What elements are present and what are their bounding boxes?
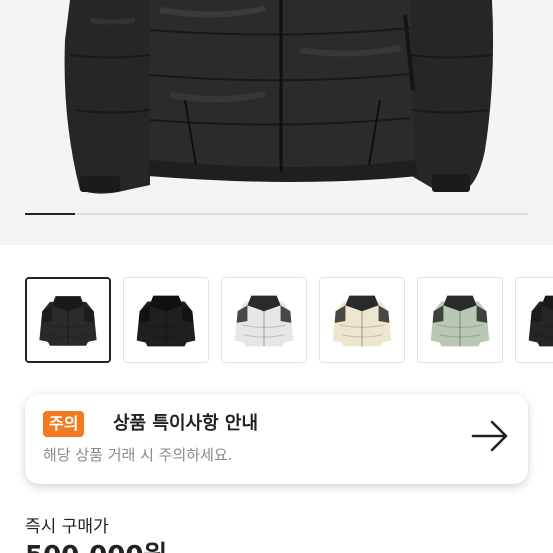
jacket-thumbnail-image — [418, 278, 502, 362]
jacket-thumbnail-image — [516, 278, 553, 362]
thumbnail-black-shiny[interactable] — [123, 277, 209, 363]
instant-buy-price-value: 500,000원 — [25, 541, 167, 553]
carousel-progress-indicator — [25, 213, 76, 215]
instant-buy-price-label: 즉시 구매가 — [25, 517, 109, 537]
notice-description: 해당 상품 거래 시 주의하세요. — [43, 446, 233, 464]
jacket-thumbnail-image — [320, 278, 404, 362]
jacket-thumbnail-image — [124, 278, 208, 362]
jacket-thumbnail-image — [222, 278, 306, 362]
warning-badge: 주의 — [43, 411, 85, 437]
jacket-hero-illustration — [0, 0, 553, 245]
product-hero-image[interactable] — [0, 0, 553, 245]
notice-title: 상품 특이사항 안내 — [113, 413, 259, 434]
thumbnail-black[interactable] — [25, 277, 111, 363]
product-thumbnail-strip[interactable] — [25, 277, 553, 363]
jacket-thumbnail-image — [27, 279, 109, 361]
product-notice-card[interactable]: 주의 상품 특이사항 안내 해당 상품 거래 시 주의하세요. — [25, 394, 528, 484]
thumbnail-cream[interactable] — [319, 277, 405, 363]
thumbnail-black-2[interactable] — [515, 277, 553, 363]
thumbnail-sage[interactable] — [417, 277, 503, 363]
arrow-right-icon[interactable] — [470, 419, 510, 453]
thumbnail-white[interactable] — [221, 277, 307, 363]
carousel-progress-track — [25, 213, 528, 215]
